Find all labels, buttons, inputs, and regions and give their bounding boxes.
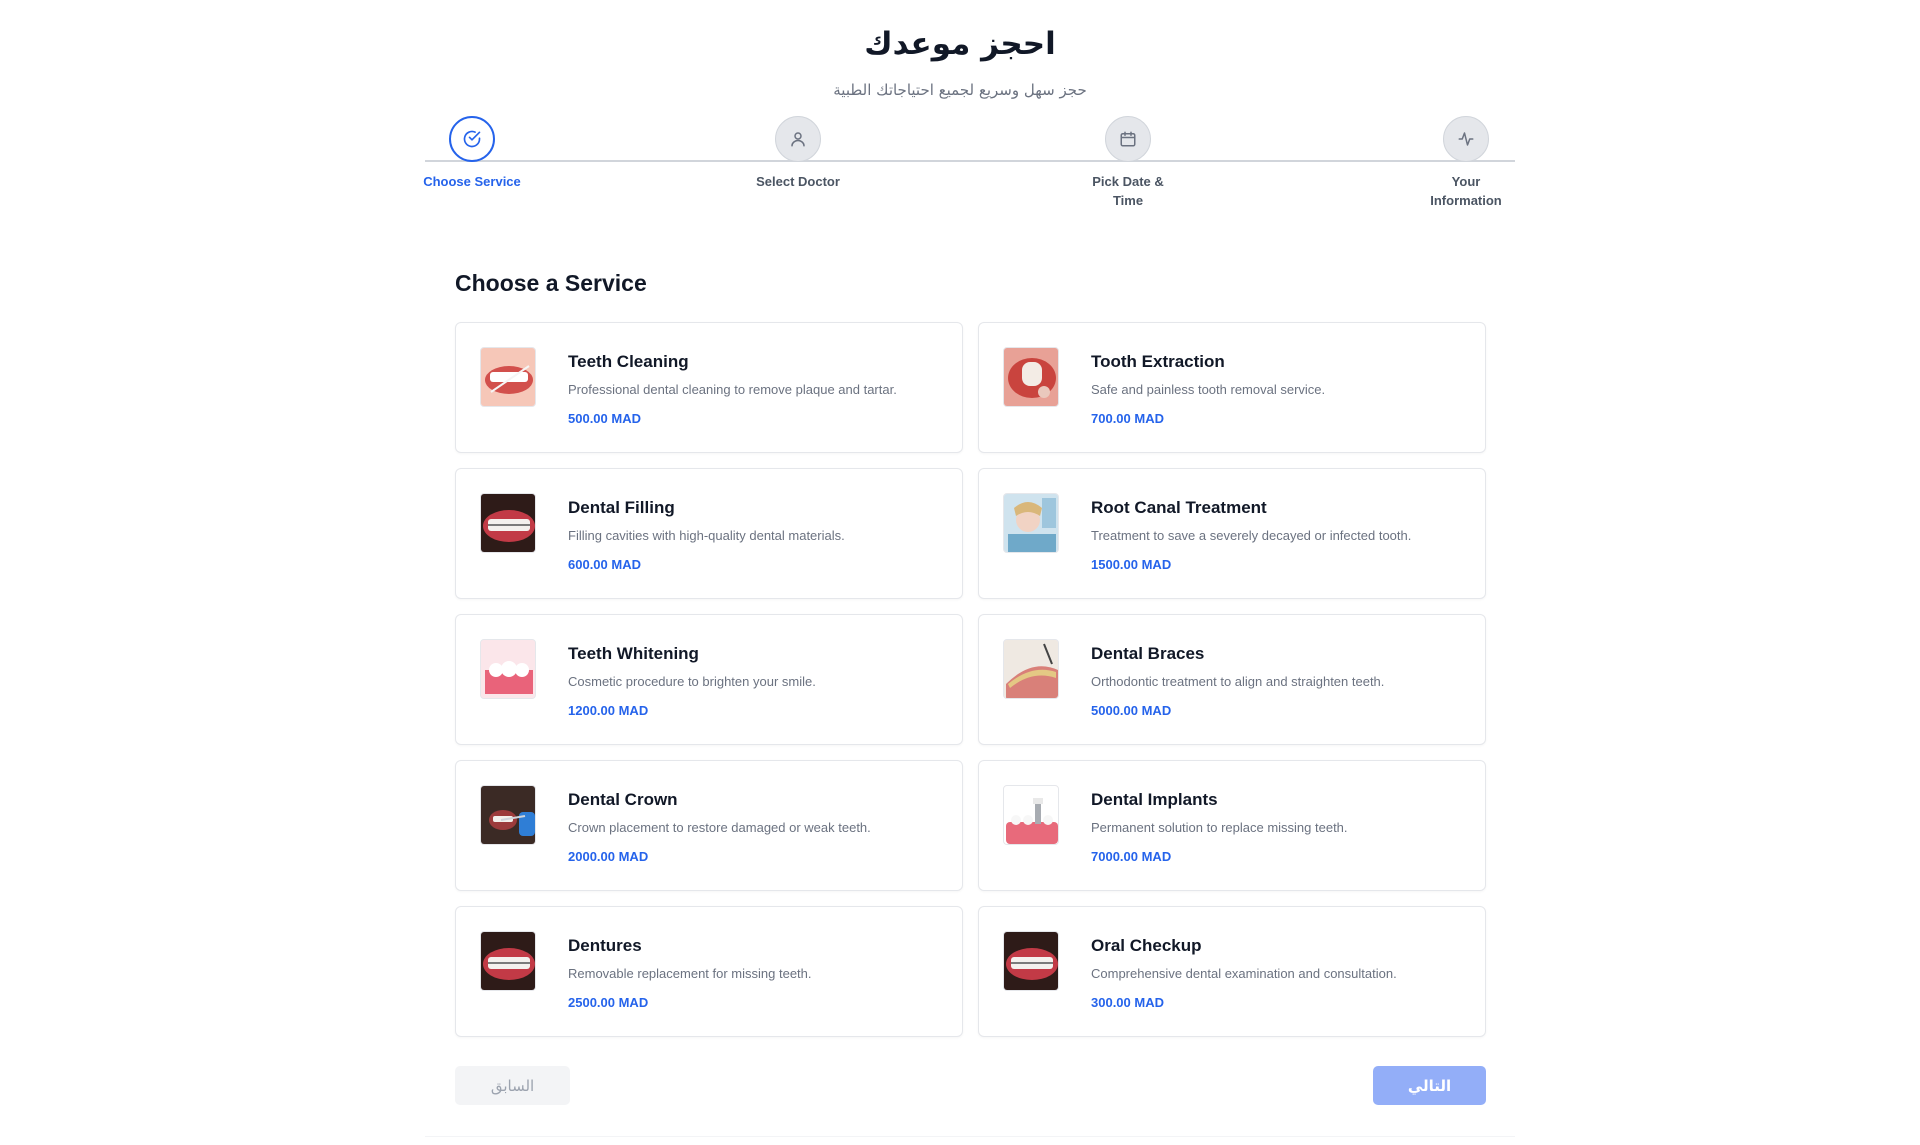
service-card-oral-checkup[interactable]: Oral Checkup Comprehensive dental examin… <box>978 906 1486 1037</box>
dental-crown-image <box>480 785 536 845</box>
dentures-image <box>480 931 536 991</box>
section-title: Choose a Service <box>455 270 647 296</box>
service-price: 2000.00 MAD <box>568 849 649 864</box>
service-card-dental-implants[interactable]: Dental Implants Permanent solution to re… <box>978 760 1486 891</box>
page-subtitle: حجز سهل وسريع لجميع احتياجاتك الطبية <box>833 81 1087 99</box>
service-description: Professional dental cleaning to remove p… <box>568 382 897 397</box>
service-title: Dental Filling <box>568 498 675 517</box>
service-price: 500.00 MAD <box>568 411 641 426</box>
service-card-dental-filling[interactable]: Dental Filling Filling cavities with hig… <box>455 468 963 599</box>
step-label: Your Information <box>1430 174 1502 208</box>
step-pick-date-time[interactable]: Pick Date & Time <box>1053 116 1203 210</box>
service-card-root-canal-treatment[interactable]: Root Canal Treatment Treatment to save a… <box>978 468 1486 599</box>
service-price: 300.00 MAD <box>1091 995 1164 1010</box>
user-icon <box>775 116 821 162</box>
service-title: Oral Checkup <box>1091 936 1202 955</box>
service-card-teeth-cleaning[interactable]: Teeth Cleaning Professional dental clean… <box>455 322 963 453</box>
service-description: Orthodontic treatment to align and strai… <box>1091 674 1385 689</box>
stepper-line <box>425 160 1515 162</box>
calendar-icon <box>1105 116 1151 162</box>
service-title: Teeth Whitening <box>568 644 699 663</box>
service-card-teeth-whitening[interactable]: Teeth Whitening Cosmetic procedure to br… <box>455 614 963 745</box>
oral-checkup-image <box>1003 931 1059 991</box>
dental-filling-image <box>480 493 536 553</box>
service-card-dental-crown[interactable]: Dental Crown Crown placement to restore … <box>455 760 963 891</box>
next-button[interactable]: التالي <box>1373 1066 1486 1105</box>
step-select-doctor[interactable]: Select Doctor <box>723 116 873 191</box>
service-description: Safe and painless tooth removal service. <box>1091 382 1326 397</box>
dental-braces-image <box>1003 639 1059 699</box>
step-label: Select Doctor <box>756 174 840 189</box>
service-price: 7000.00 MAD <box>1091 849 1172 864</box>
service-price: 1500.00 MAD <box>1091 557 1172 572</box>
service-title: Dental Braces <box>1091 644 1205 663</box>
service-price: 700.00 MAD <box>1091 411 1164 426</box>
service-title: Tooth Extraction <box>1091 352 1225 371</box>
service-description: Permanent solution to replace missing te… <box>1091 820 1348 835</box>
service-description: Removable replacement for missing teeth. <box>568 966 812 981</box>
page-title: احجز موعدك <box>864 26 1056 62</box>
service-title: Dental Crown <box>568 790 678 809</box>
service-title: Teeth Cleaning <box>568 352 689 371</box>
booking-page: احجز موعدك حجز سهل وسريع لجميع احتياجاتك… <box>0 0 1920 1145</box>
dental-implants-image <box>1003 785 1059 845</box>
service-price: 2500.00 MAD <box>568 995 649 1010</box>
service-price: 600.00 MAD <box>568 557 641 572</box>
service-card-tooth-extraction[interactable]: Tooth Extraction Safe and painless tooth… <box>978 322 1486 453</box>
activity-icon <box>1443 116 1489 162</box>
service-card-dental-braces[interactable]: Dental Braces Orthodontic treatment to a… <box>978 614 1486 745</box>
tooth-extraction-image <box>1003 347 1059 407</box>
step-label: Choose Service <box>423 174 521 189</box>
service-title: Root Canal Treatment <box>1091 498 1267 517</box>
teeth-whitening-image <box>480 639 536 699</box>
step-your-information[interactable]: Your Information <box>1391 116 1541 210</box>
service-description: Filling cavities with high-quality denta… <box>568 528 845 543</box>
check-circle-icon <box>449 116 495 162</box>
service-title: Dental Implants <box>1091 790 1218 809</box>
bottom-divider <box>425 1136 1515 1137</box>
service-title: Dentures <box>568 936 642 955</box>
booking-stepper: Choose Service Select Doctor Pick Date &… <box>423 116 1515 216</box>
step-label: Pick Date & Time <box>1092 174 1164 208</box>
teeth-cleaning-image <box>480 347 536 407</box>
service-card-dentures[interactable]: Dentures Removable replacement for missi… <box>455 906 963 1037</box>
service-description: Crown placement to restore damaged or we… <box>568 820 871 835</box>
page-header: احجز موعدك حجز سهل وسريع لجميع احتياجاتك… <box>0 24 1920 100</box>
services-grid: Teeth Cleaning Professional dental clean… <box>455 322 1486 1037</box>
service-price: 1200.00 MAD <box>568 703 649 718</box>
service-description: Cosmetic procedure to brighten your smil… <box>568 674 816 689</box>
service-price: 5000.00 MAD <box>1091 703 1172 718</box>
previous-button[interactable]: السابق <box>455 1066 570 1105</box>
root-canal-image <box>1003 493 1059 553</box>
service-description: Treatment to save a severely decayed or … <box>1091 528 1412 543</box>
service-description: Comprehensive dental examination and con… <box>1091 966 1397 981</box>
step-choose-service[interactable]: Choose Service <box>397 116 547 191</box>
